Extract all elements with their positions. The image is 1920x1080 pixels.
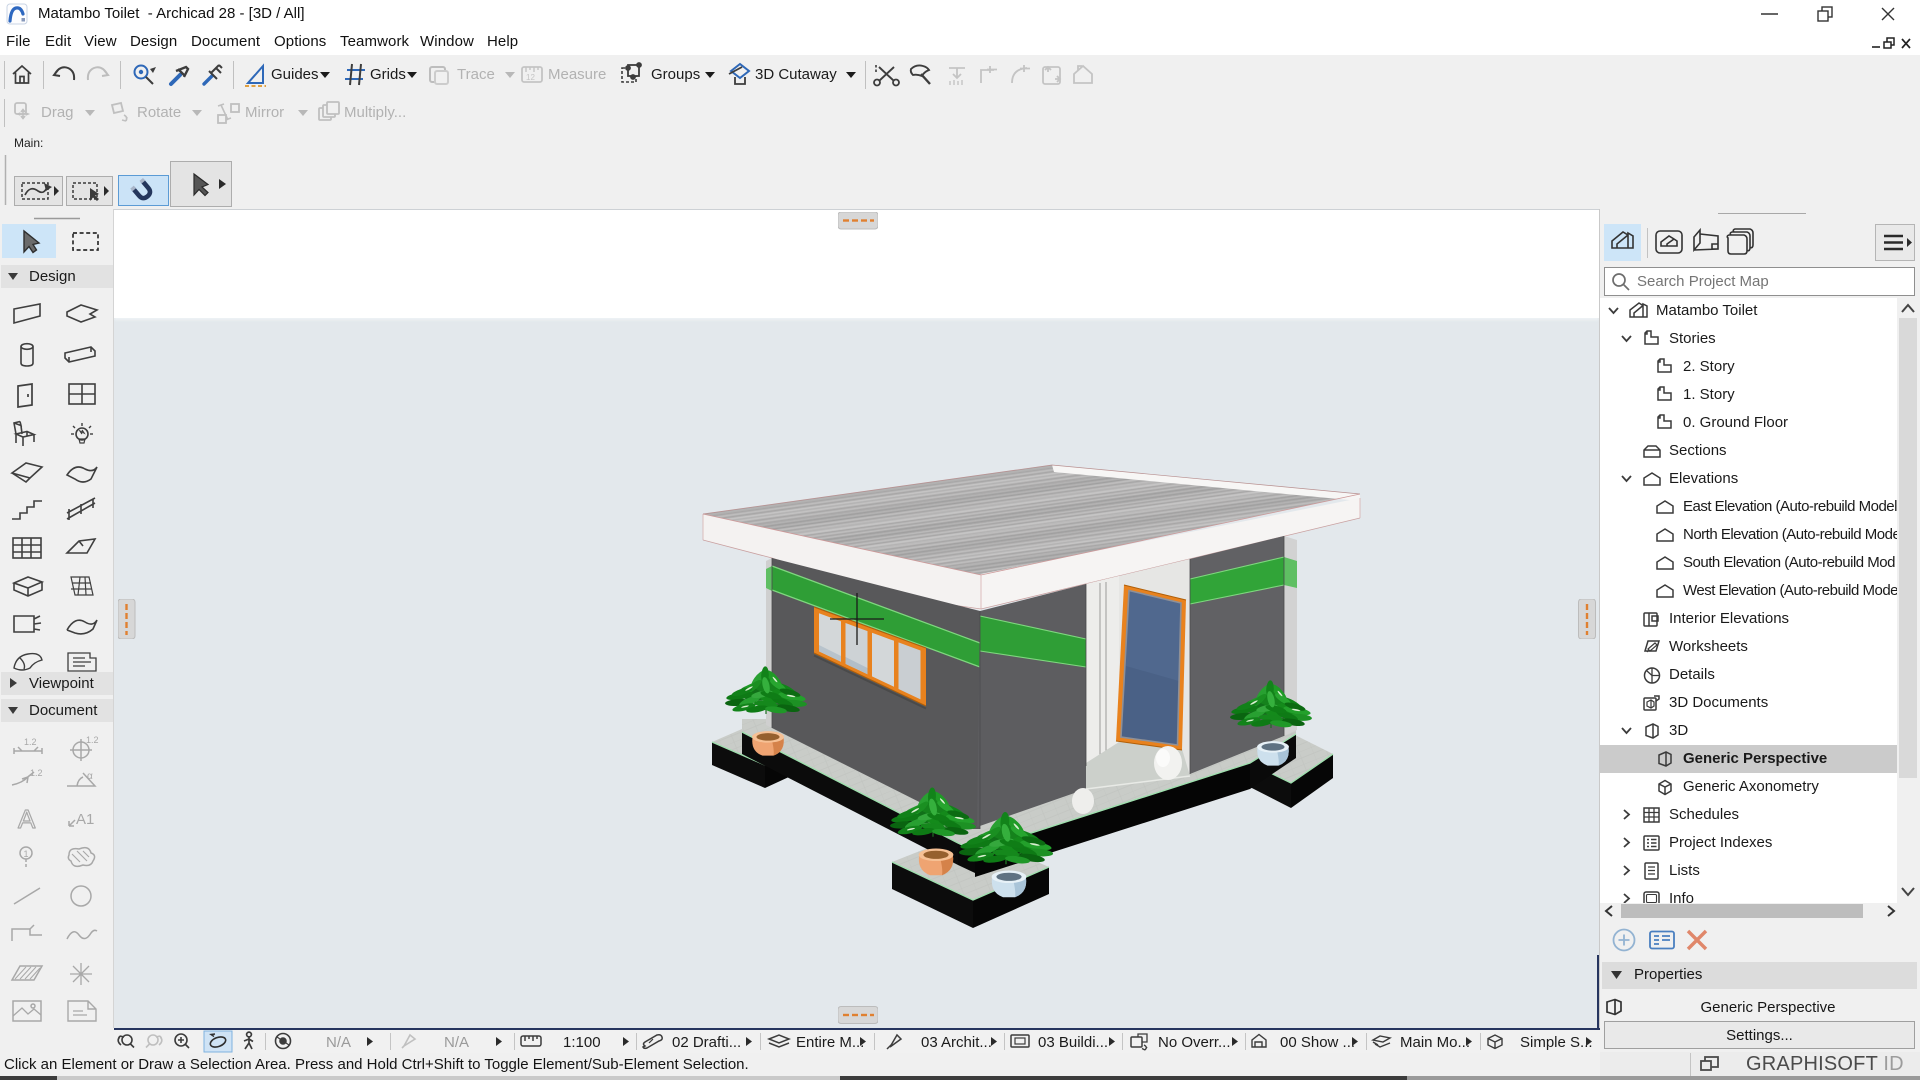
svg-text:1.2: 1.2 [24, 737, 37, 747]
svg-text:12: 12 [526, 73, 535, 82]
svg-text:1.2: 1.2 [86, 735, 99, 745]
svg-text:A1: A1 [76, 811, 94, 828]
svg-text:1.2: 1.2 [30, 768, 43, 778]
svg-text:α: α [87, 771, 93, 782]
svg-text:1: 1 [24, 849, 29, 859]
svg-text:A: A [18, 804, 36, 834]
